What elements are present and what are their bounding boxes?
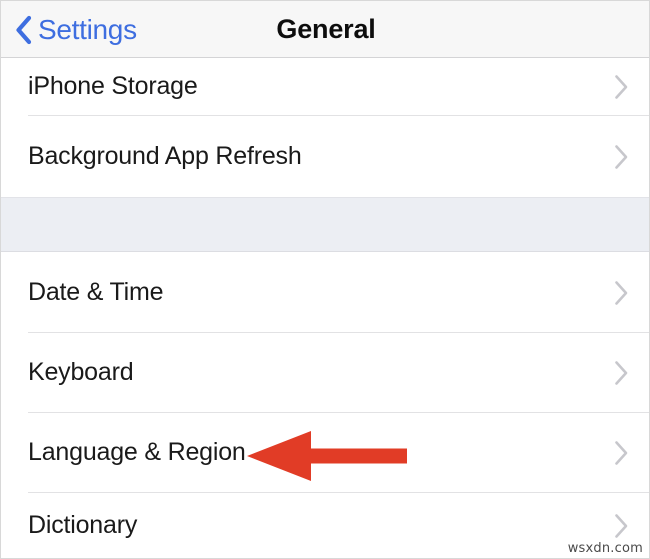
list-item-background-app-refresh[interactable]: Background App Refresh <box>1 116 649 197</box>
list-item-dictionary[interactable]: Dictionary <box>1 493 649 558</box>
list-item-date-and-time[interactable]: Date & Time <box>1 252 649 333</box>
chevron-right-icon <box>615 514 628 538</box>
list-item-label: Keyboard <box>28 358 134 387</box>
settings-section-1: iPhone Storage Background App Refresh <box>1 58 649 197</box>
section-gap <box>1 197 649 252</box>
chevron-right-icon <box>615 75 628 99</box>
list-item-label: Date & Time <box>28 277 164 306</box>
back-button-label: Settings <box>38 13 137 45</box>
navigation-bar: Settings General <box>1 1 649 58</box>
list-item-iphone-storage[interactable]: iPhone Storage <box>1 58 649 116</box>
list-item-label: iPhone Storage <box>28 72 198 101</box>
list-item-language-and-region[interactable]: Language & Region <box>1 413 649 493</box>
chevron-right-icon <box>615 361 628 385</box>
list-item-label: Language & Region <box>28 438 246 467</box>
chevron-right-icon <box>615 441 628 465</box>
chevron-right-icon <box>615 144 628 169</box>
list-item-label: Background App Refresh <box>28 141 302 170</box>
settings-section-2: Date & Time Keyboard Language & Region D… <box>1 252 649 558</box>
iphone-settings-general-screen: Settings General iPhone Storage Backgrou… <box>0 0 650 559</box>
watermark: wsxdn.com <box>567 541 643 556</box>
back-button[interactable]: Settings <box>15 1 137 58</box>
list-item-label: Dictionary <box>28 511 138 540</box>
chevron-right-icon <box>615 280 628 305</box>
list-item-keyboard[interactable]: Keyboard <box>1 333 649 413</box>
settings-list: iPhone Storage Background App Refresh Da… <box>1 58 649 558</box>
chevron-left-icon <box>16 15 32 44</box>
